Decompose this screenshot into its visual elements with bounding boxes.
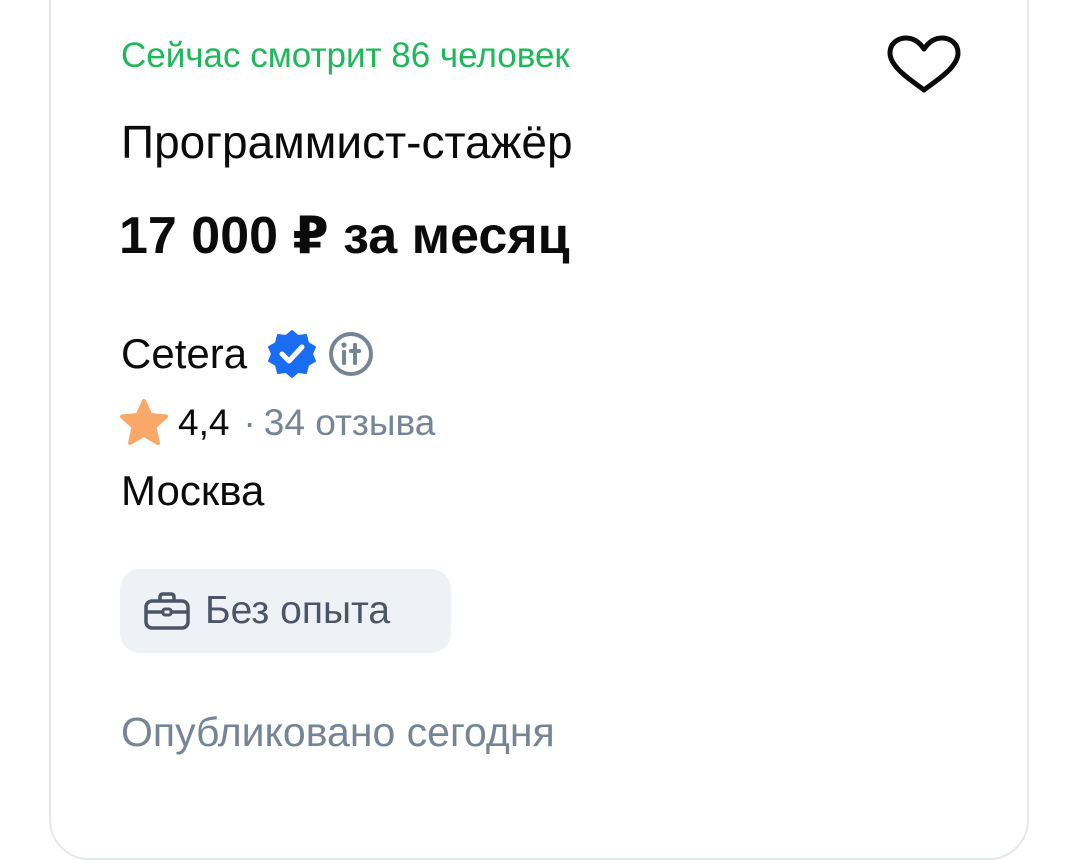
experience-tag: Без опыта xyxy=(120,569,451,653)
vacancy-title[interactable]: Программист-стажёр xyxy=(121,115,573,169)
experience-tag-label: Без опыта xyxy=(205,589,391,632)
published-date-text: Опубликовано сегодня xyxy=(121,709,555,755)
reviews-count: 34 отзыва xyxy=(263,402,436,443)
viewers-count-text: Сейчас смотрит 86 человек xyxy=(121,36,570,75)
verified-badge-icon xyxy=(268,330,317,378)
company-row: Cetera xyxy=(121,326,375,382)
heart-outline-icon xyxy=(887,35,961,93)
salary-text: 17 000 ₽ за месяц xyxy=(119,207,570,265)
rating-row: 4,4 · 34 отзыва xyxy=(118,398,435,448)
favorite-button[interactable] xyxy=(884,34,964,98)
company-name-link[interactable]: Cetera xyxy=(121,329,247,379)
city-text: Москва xyxy=(121,467,265,514)
it-company-icon[interactable] xyxy=(327,330,375,378)
reviews-link[interactable]: · 34 отзыва xyxy=(243,402,435,444)
star-icon xyxy=(120,399,168,445)
rating-value: 4,4 xyxy=(178,402,230,443)
reviews-separator: · xyxy=(243,402,256,443)
briefcase-icon xyxy=(144,592,190,630)
